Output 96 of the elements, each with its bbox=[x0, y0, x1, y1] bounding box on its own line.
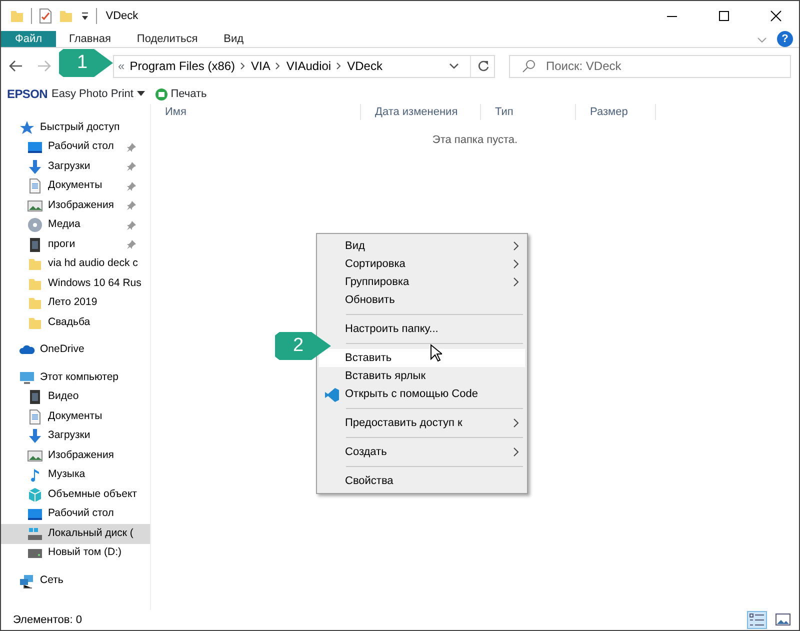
star-icon bbox=[19, 120, 35, 136]
sidebar-item[interactable]: Документы bbox=[1, 407, 150, 426]
picture-icon bbox=[27, 198, 43, 214]
document-icon bbox=[27, 178, 43, 194]
sidebar-item[interactable]: Видео bbox=[1, 388, 150, 407]
monitor-icon bbox=[27, 506, 43, 522]
drive-icon bbox=[27, 526, 43, 542]
ribbon-tab[interactable]: Поделиться bbox=[124, 31, 211, 47]
search-icon bbox=[522, 59, 536, 73]
sidebar-item[interactable]: Загрузки bbox=[1, 426, 150, 446]
close-icon bbox=[768, 8, 784, 24]
app-menu-button[interactable]: Easy Photo Print bbox=[52, 86, 134, 102]
refresh-icon bbox=[476, 60, 488, 72]
sidebar-item[interactable]: Загрузки bbox=[1, 157, 150, 176]
sidebar-item[interactable]: Лето 2019 bbox=[1, 294, 150, 313]
path-segment[interactable]: Program Files (x86) bbox=[130, 57, 236, 75]
menu-item[interactable]: Вставить ярлык bbox=[319, 367, 525, 385]
sidebar-item[interactable]: Изображения bbox=[1, 446, 150, 466]
menu-item[interactable]: Группировка bbox=[319, 273, 525, 291]
sidebar-item[interactable]: Документы bbox=[1, 176, 150, 196]
sidebar-item[interactable]: via hd audio deck c bbox=[1, 254, 150, 274]
chevron-down-icon[interactable] bbox=[757, 36, 767, 44]
menu-item[interactable]: Сортировка bbox=[319, 255, 525, 273]
column-header[interactable]: Размер bbox=[576, 104, 656, 120]
sidebar-item[interactable]: Быстрый доступ bbox=[1, 118, 150, 138]
back-arrow-icon[interactable] bbox=[9, 60, 23, 72]
callout-badge: 1 bbox=[59, 49, 113, 77]
print-button[interactable]: Печать bbox=[154, 86, 207, 102]
path-segment[interactable]: VIAudioi bbox=[286, 57, 332, 75]
dropdown-caret-icon[interactable] bbox=[449, 62, 459, 70]
chevron-right-icon bbox=[240, 62, 246, 70]
path-overflow[interactable]: « bbox=[118, 57, 125, 75]
help-button[interactable]: ? bbox=[777, 31, 793, 47]
ribbon-tab[interactable]: Вид bbox=[210, 31, 257, 47]
folder-icon bbox=[27, 256, 43, 272]
empty-folder-message: Эта папка пуста. bbox=[431, 133, 519, 148]
film-icon bbox=[27, 389, 43, 406]
film-icon bbox=[27, 236, 43, 253]
sidebar-item[interactable]: проги bbox=[1, 235, 150, 254]
item-count: Элементов: 0 bbox=[13, 612, 82, 628]
column-header[interactable]: Имя bbox=[151, 104, 361, 120]
sidebar-item[interactable]: Музыка bbox=[1, 466, 150, 485]
sidebar-item[interactable]: Изображения bbox=[1, 196, 150, 216]
document-icon bbox=[27, 408, 43, 425]
sidebar-item[interactable]: Этот компьютер bbox=[1, 368, 150, 388]
printer-icon bbox=[154, 88, 168, 100]
dropdown-icon[interactable] bbox=[80, 10, 90, 22]
sidebar-item[interactable]: Новый том (D:) bbox=[1, 544, 150, 563]
checked-document-icon[interactable] bbox=[38, 8, 52, 24]
window-title: VDeck bbox=[106, 8, 138, 24]
sidebar-item[interactable]: Windows 10 64 Rus bbox=[1, 274, 150, 294]
column-header[interactable]: Дата изменения bbox=[361, 104, 481, 120]
ribbon-tab[interactable]: Главная bbox=[56, 31, 124, 47]
sidebar-item[interactable]: Объемные объект bbox=[1, 485, 150, 504]
menu-item[interactable]: Вид bbox=[319, 237, 525, 255]
menu-item[interactable]: Открыть с помощью Code bbox=[319, 385, 525, 403]
view-toggle-button[interactable] bbox=[747, 611, 767, 629]
ribbon-tab[interactable]: Файл bbox=[1, 31, 56, 47]
sidebar-item[interactable]: Сеть bbox=[1, 571, 150, 590]
cube-icon bbox=[27, 486, 43, 503]
disc-icon bbox=[27, 217, 43, 234]
network-icon bbox=[19, 572, 35, 589]
menu-item[interactable]: Предоставить доступ к bbox=[319, 414, 525, 432]
sidebar-item[interactable]: Рабочий стол bbox=[1, 138, 150, 157]
picture-icon bbox=[27, 448, 43, 464]
menu-item[interactable]: Обновить bbox=[319, 291, 525, 309]
folder-icon bbox=[58, 8, 74, 24]
download-arrow-icon bbox=[27, 158, 43, 175]
folder-icon bbox=[27, 295, 43, 312]
column-header[interactable]: Тип bbox=[481, 104, 576, 120]
mouse-cursor-icon bbox=[430, 344, 442, 362]
path-segment[interactable]: VIA bbox=[251, 57, 270, 75]
monitor-icon bbox=[27, 139, 43, 156]
sidebar-item[interactable]: Локальный диск ( bbox=[1, 524, 150, 544]
download-arrow-icon bbox=[27, 428, 43, 444]
code-editor-icon bbox=[324, 387, 340, 403]
menu-item[interactable]: Создать bbox=[319, 443, 525, 461]
sidebar-item[interactable]: OneDrive bbox=[1, 340, 150, 360]
details-view-icon bbox=[749, 612, 765, 628]
sidebar-item[interactable]: Свадьба bbox=[1, 313, 150, 332]
maximize-icon bbox=[716, 8, 732, 24]
chevron-right-icon bbox=[275, 62, 282, 70]
computer-icon bbox=[19, 370, 35, 386]
path-segment[interactable]: VDeck bbox=[347, 57, 382, 75]
caret-down-icon[interactable] bbox=[137, 91, 146, 97]
search-box[interactable]: Поиск: VDeck bbox=[509, 54, 791, 78]
folder-icon bbox=[9, 8, 25, 24]
large-icons-view-icon bbox=[775, 612, 791, 628]
brand-logo: EPSON bbox=[7, 86, 48, 103]
menu-item[interactable]: Вставить bbox=[319, 349, 525, 367]
menu-item[interactable]: Свойства bbox=[319, 472, 525, 490]
chevron-right-icon bbox=[336, 62, 342, 70]
sidebar-item[interactable]: Рабочий стол bbox=[1, 504, 150, 524]
sidebar-item[interactable]: Медиа bbox=[1, 216, 150, 235]
address-bar[interactable]: « Program Files (x86) VIA VIAudioi VDeck bbox=[113, 54, 495, 78]
search-input[interactable]: Поиск: VDeck bbox=[544, 56, 790, 76]
